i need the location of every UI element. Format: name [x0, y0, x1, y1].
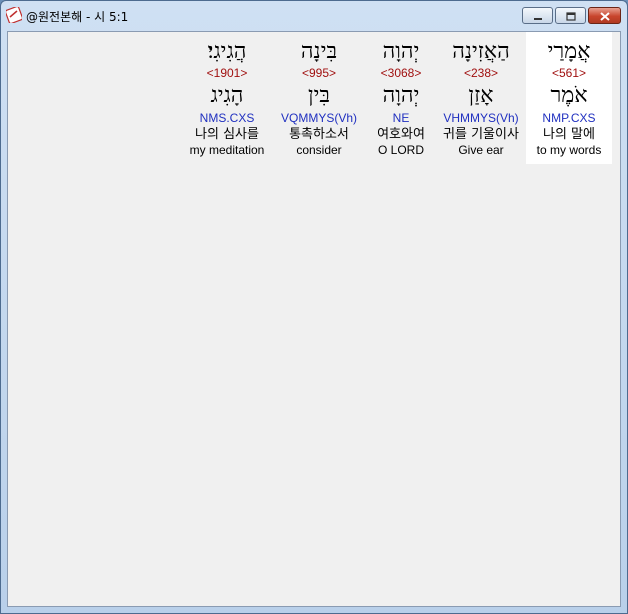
korean-gloss: 나의 심사를: [195, 127, 259, 142]
word-column[interactable]: יְהוָה <3068> יְהוָה NE 여호와여 O LORD: [366, 32, 436, 164]
strong-number: <3068>: [380, 66, 422, 80]
english-gloss: Give ear: [458, 143, 504, 157]
close-button[interactable]: [588, 7, 621, 24]
parsing-code: VHMMYS(Vh): [443, 111, 519, 125]
close-icon: [599, 6, 610, 25]
parsing-code: VQMMYS(Vh): [280, 111, 357, 125]
word-column[interactable]: הַאֲזִינָה <238> אָזַן VHMMYS(Vh) 귀를 기울이사 Giv…: [436, 32, 526, 164]
hebrew-lemma: אָזַן: [468, 83, 494, 108]
korean-gloss: 통촉하소서: [289, 127, 349, 142]
hebrew-word: יְהוָה: [382, 39, 420, 64]
minimize-button[interactable]: [522, 7, 553, 24]
english-gloss: O LORD: [377, 143, 424, 157]
hebrew-word: הֲגִיגִי׃: [207, 39, 247, 64]
english-gloss: my meditation: [189, 143, 265, 157]
hebrew-word: הַאֲזִינָה: [452, 39, 510, 64]
korean-gloss: 여호와여: [377, 127, 425, 142]
word-column[interactable]: אֲמָרַי <561> אֹמֶר NMP.CXS 나의 말에 to my words: [526, 32, 612, 164]
title-bar[interactable]: @원전본해 - 시 5:1: [1, 1, 627, 31]
korean-gloss: 귀를 기울이사: [443, 127, 519, 142]
verse-analysis-panel: אֲמָרַי <561> אֹמֶר NMP.CXS 나의 말에 to my words…: [7, 31, 621, 607]
window-title: @원전본해 - 시 5:1: [26, 10, 129, 24]
english-gloss: consider: [296, 143, 342, 157]
minimize-icon: [533, 6, 543, 25]
hebrew-lemma: אֹמֶר: [550, 83, 588, 108]
strong-number: <238>: [463, 66, 499, 80]
parsing-code: NE: [392, 111, 410, 125]
parsing-code: NMS.CXS: [199, 111, 255, 125]
strong-number: <561>: [551, 66, 587, 80]
strong-number: <995>: [301, 66, 337, 80]
window-controls: [522, 7, 621, 24]
maximize-button[interactable]: [555, 7, 586, 24]
hebrew-lemma: בִּין: [308, 83, 330, 108]
korean-gloss: 나의 말에: [543, 127, 595, 142]
app-window: @원전본해 - 시 5:1 אֲמָרַי <561> אֹמֶר NMP.CXS 나의…: [0, 0, 628, 614]
hebrew-word: אֲמָרַי: [547, 39, 591, 64]
word-columns: אֲמָרַי <561> אֹמֶר NMP.CXS 나의 말에 to my words…: [182, 32, 612, 164]
hebrew-word: בִּינָה: [300, 39, 338, 64]
parsing-code: NMP.CXS: [542, 111, 596, 125]
maximize-icon: [565, 6, 576, 25]
app-icon[interactable]: [4, 5, 24, 25]
strong-number: <1901>: [206, 66, 248, 80]
word-column[interactable]: הֲגִיגִי׃ <1901> הָגִיג NMS.CXS 나의 심사를 my med…: [182, 32, 272, 164]
hebrew-lemma: יְהוָה: [382, 83, 420, 108]
word-column[interactable]: בִּינָה <995> בִּין VQMMYS(Vh) 통촉하소서 consider: [272, 32, 366, 164]
hebrew-lemma: הָגִיג: [210, 83, 244, 108]
english-gloss: to my words: [536, 143, 602, 157]
